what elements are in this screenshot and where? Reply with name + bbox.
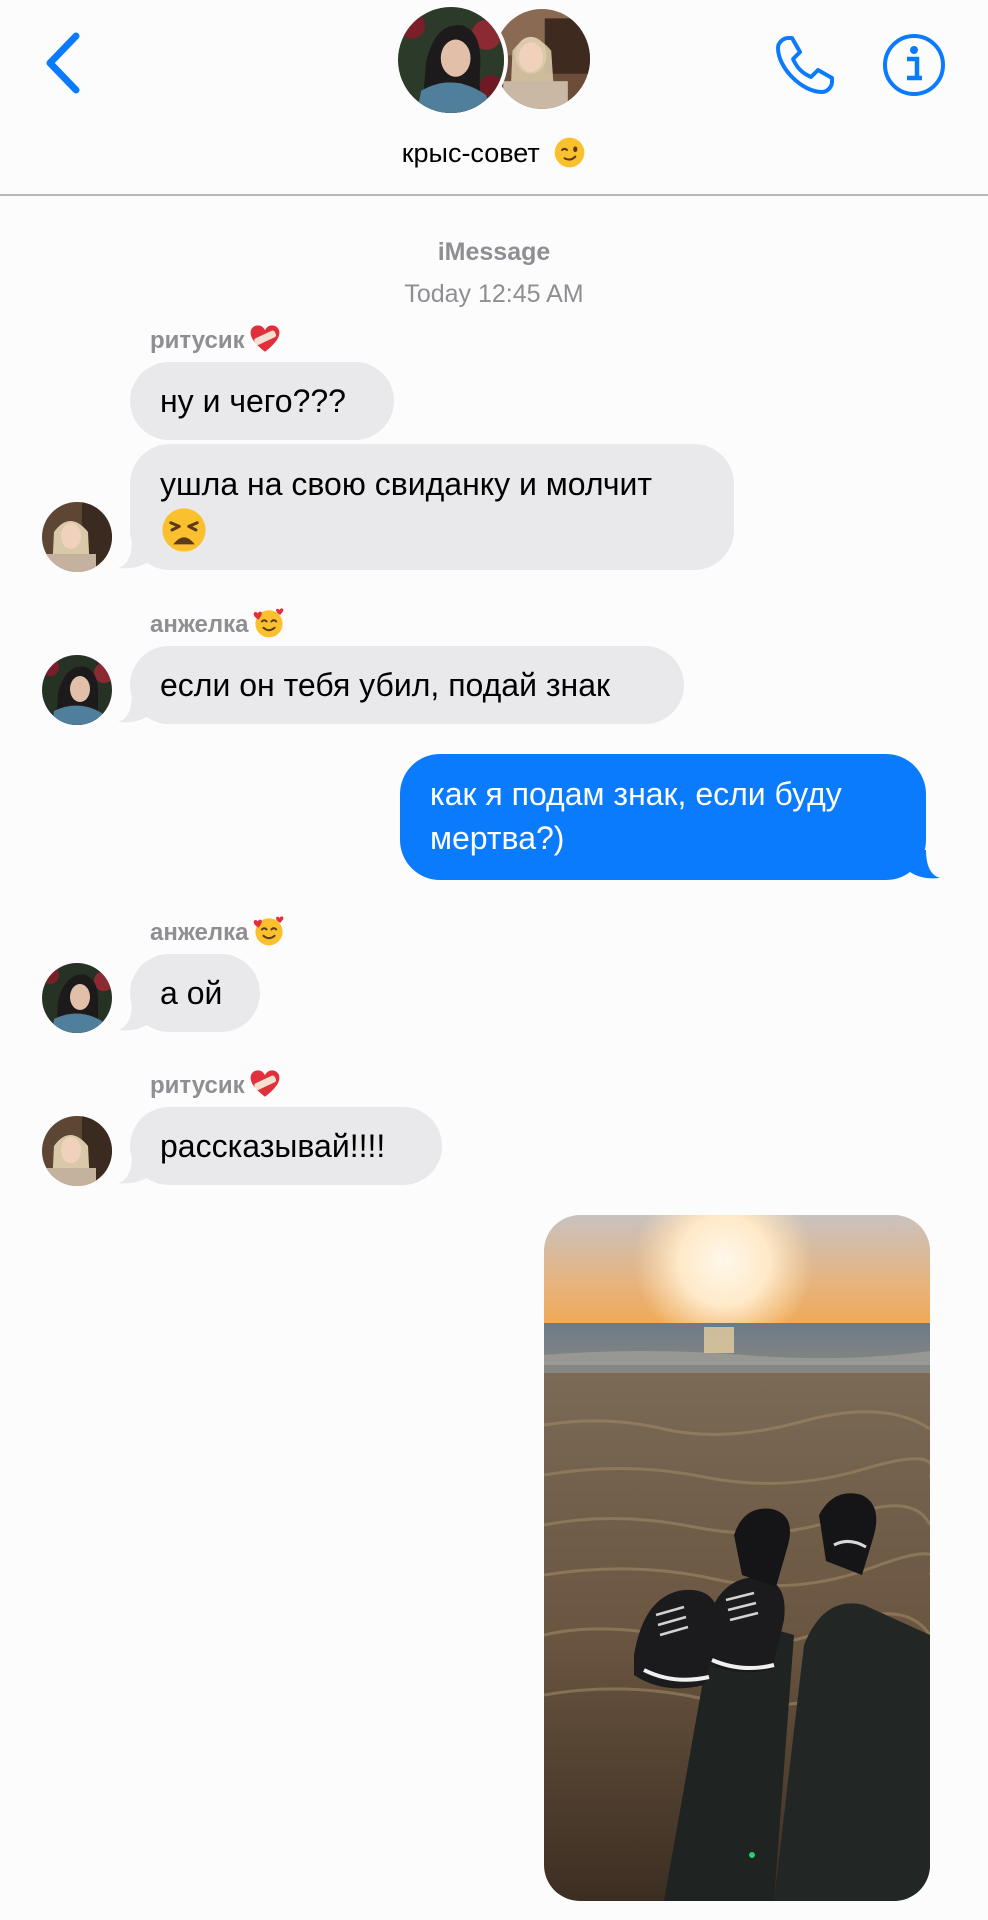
bubble-tail [118,540,148,569]
message-text: а ой [160,975,223,1011]
bubble-tail [910,850,940,879]
avatar-rita[interactable] [42,1116,112,1186]
call-button[interactable] [770,32,838,100]
chevron-left-icon [46,32,80,94]
phone-icon [776,36,834,94]
back-button[interactable] [38,30,88,96]
message-bubble[interactable]: если он тебя убил, подай знак [130,646,684,724]
heart-with-bandage-icon [250,325,280,352]
member-avatar-anzhelka [394,3,508,117]
avatar-rita[interactable] [42,502,112,572]
conversation-header: крыс-совет [0,0,988,196]
group-avatar[interactable] [394,3,594,117]
message-bubble[interactable]: рассказывай!!!! [130,1107,442,1185]
details-button[interactable] [880,31,948,99]
message-text: ушла на свою свиданку и молчит [160,466,653,502]
bubble-tail [118,694,148,723]
smiling-face-with-hearts-icon [253,916,283,946]
info-icon [883,34,945,96]
message-text: рассказывай!!!! [160,1128,386,1164]
sunset-beach-photo [544,1215,930,1901]
sender-name: анжелка [150,607,285,639]
sender-name: ритусик [150,323,281,355]
message-text: как я подам знак, если буду [430,776,842,812]
sender-name: ритусик [150,1068,281,1100]
sender-name: анжелка [150,915,285,947]
message-bubble[interactable]: ну и чего??? [130,362,394,440]
bubble-tail [118,1155,148,1184]
service-label: iMessage [437,238,551,266]
message-text: ну и чего??? [160,383,346,419]
message-bubble[interactable]: ушла на свою свиданку и молчит [130,444,734,570]
avatar-anzhelka[interactable] [42,655,112,725]
group-title[interactable]: крыс-совет [0,136,988,169]
weary-face-icon [162,508,206,552]
smiling-face-with-hearts-icon [253,608,283,638]
message-text: мертва?) [430,820,565,856]
thread-timestamp: Today 12:45 AM [404,280,584,308]
message-bubble-outgoing[interactable]: как я подам знак, если буду мертва?) [400,754,926,880]
winking-face-icon [554,137,585,168]
bubble-tail [118,1002,148,1031]
avatar-anzhelka[interactable] [42,963,112,1033]
heart-with-bandage-icon [250,1070,280,1097]
message-text: если он тебя убил, подай знак [160,667,610,703]
group-name: крыс-совет [401,138,540,168]
photo-attachment[interactable] [544,1215,930,1901]
